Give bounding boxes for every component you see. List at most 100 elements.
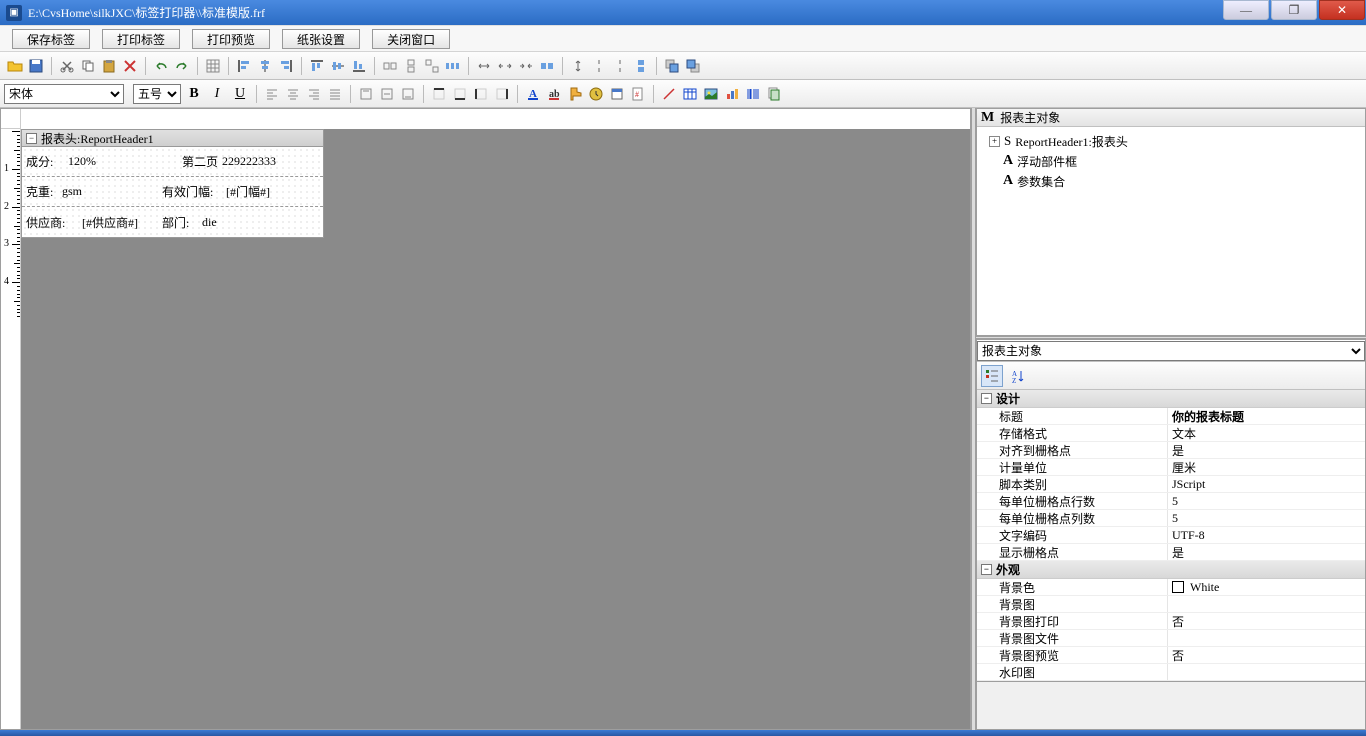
prop-bgpreview-value[interactable]: 否 <box>1167 647 1365 663</box>
prop-bgprint-value[interactable]: 否 <box>1167 613 1365 629</box>
prop-rows-name[interactable]: 每单位栅格点行数 <box>977 493 1167 509</box>
text-align-right-icon[interactable] <box>305 85 323 103</box>
same-height-icon[interactable] <box>402 57 420 75</box>
align-left-icon[interactable] <box>235 57 253 75</box>
prop-watermark-name[interactable]: 水印图 <box>977 664 1167 680</box>
print-preview-button[interactable]: 打印预览 <box>192 29 270 49</box>
bg-color-icon[interactable]: ab <box>545 85 563 103</box>
vspace-inc-icon[interactable] <box>590 57 608 75</box>
close-button[interactable]: 关闭窗口 <box>372 29 450 49</box>
prop-bgcolor-name[interactable]: 背景色 <box>977 579 1167 595</box>
font-family-selector[interactable]: 宋体 <box>4 84 124 104</box>
field-comp-value[interactable]: 120% <box>68 154 96 169</box>
prop-snap-value[interactable]: 是 <box>1167 442 1365 458</box>
prop-rows-value[interactable]: 5 <box>1167 493 1365 509</box>
same-width-icon[interactable] <box>381 57 399 75</box>
field-comp-label[interactable]: 成分: <box>26 153 53 170</box>
hspace-icon[interactable] <box>475 57 493 75</box>
category-toggle-appearance[interactable]: − <box>981 564 992 575</box>
align-grid-icon[interactable] <box>204 57 222 75</box>
border-bottom-icon[interactable] <box>451 85 469 103</box>
prop-cols-value[interactable]: 5 <box>1167 510 1365 526</box>
vspace-icon[interactable] <box>569 57 587 75</box>
prop-storage-value[interactable]: 文本 <box>1167 425 1365 441</box>
prop-snap-name[interactable]: 对齐到栅格点 <box>977 442 1167 458</box>
prop-show-value[interactable]: 是 <box>1167 544 1365 560</box>
delete-icon[interactable] <box>121 57 139 75</box>
prop-bgfile-value[interactable] <box>1167 630 1365 646</box>
prop-bgcolor-value[interactable]: White <box>1167 579 1365 595</box>
hspace-remove-icon[interactable] <box>538 57 556 75</box>
categorized-view-button[interactable] <box>981 365 1003 387</box>
border-left-icon[interactable] <box>472 85 490 103</box>
cut-icon[interactable] <box>58 57 76 75</box>
prop-title-value[interactable]: 你的报表标题 <box>1167 408 1365 424</box>
prop-bgprint-name[interactable]: 背景图打印 <box>977 613 1167 629</box>
prop-bgpreview-name[interactable]: 背景图预览 <box>977 647 1167 663</box>
vertical-ruler[interactable]: 1234 <box>1 129 21 729</box>
prop-title-name[interactable]: 标题 <box>977 408 1167 424</box>
field-weight-label[interactable]: 克重: <box>26 183 53 200</box>
field-supplier-value[interactable]: [#供应商#] <box>82 214 138 231</box>
save-icon[interactable] <box>27 57 45 75</box>
prop-cols-name[interactable]: 每单位栅格点列数 <box>977 510 1167 526</box>
prop-storage-name[interactable]: 存储格式 <box>977 425 1167 441</box>
vspace-dec-icon[interactable] <box>611 57 629 75</box>
field-width-value[interactable]: [#门幅#] <box>226 183 270 200</box>
bold-button[interactable]: B <box>184 84 204 104</box>
italic-button[interactable]: I <box>207 84 227 104</box>
valign-top-icon[interactable] <box>357 85 375 103</box>
open-icon[interactable] <box>6 57 24 75</box>
tree-item-floating-box[interactable]: A 浮动部件框 <box>981 151 1361 171</box>
align-right-icon[interactable] <box>277 57 295 75</box>
page-setup-button[interactable]: 纸张设置 <box>282 29 360 49</box>
prop-show-name[interactable]: 显示栅格点 <box>977 544 1167 560</box>
property-object-selector[interactable]: 报表主对象 <box>977 341 1365 361</box>
tree-item-parameter-set[interactable]: A 参数集合 <box>981 171 1361 191</box>
field-weight-value[interactable]: gsm <box>62 184 82 199</box>
tree-item-report-header[interactable]: + S ReportHeader1:报表头 <box>981 131 1361 151</box>
field-dept-label[interactable]: 部门: <box>162 214 189 231</box>
field-width-label[interactable]: 有效门幅: <box>162 183 213 200</box>
align-vcenter-icon[interactable] <box>329 57 347 75</box>
property-grid[interactable]: −设计 标题你的报表标题 存储格式文本 对齐到栅格点是 计量单位厘米 脚本类别J… <box>977 390 1365 681</box>
border-top-icon[interactable] <box>430 85 448 103</box>
page-number-icon[interactable]: # <box>629 85 647 103</box>
prop-enc-name[interactable]: 文字编码 <box>977 527 1167 543</box>
hspace-equal-icon[interactable] <box>444 57 462 75</box>
category-toggle-design[interactable]: − <box>981 393 992 404</box>
section-collapse-icon[interactable]: − <box>26 133 37 144</box>
barcode-icon[interactable] <box>744 85 762 103</box>
prop-bgimg-name[interactable]: 背景图 <box>977 596 1167 612</box>
save-label-button[interactable]: 保存标签 <box>12 29 90 49</box>
prop-unit-name[interactable]: 计量单位 <box>977 459 1167 475</box>
field-supplier-label[interactable]: 供应商: <box>26 214 65 231</box>
line-icon[interactable] <box>660 85 678 103</box>
chart-icon[interactable] <box>723 85 741 103</box>
underline-button[interactable]: U <box>230 84 250 104</box>
taskbar[interactable] <box>0 730 1366 736</box>
hspace-dec-icon[interactable] <box>517 57 535 75</box>
valign-middle-icon[interactable] <box>378 85 396 103</box>
prop-bgimg-value[interactable] <box>1167 596 1365 612</box>
field-page2-label[interactable]: 第二页 <box>182 153 218 170</box>
align-top-icon[interactable] <box>308 57 326 75</box>
format-painter-icon[interactable] <box>566 85 584 103</box>
image-icon[interactable] <box>702 85 720 103</box>
text-align-left-icon[interactable] <box>263 85 281 103</box>
prop-unit-value[interactable]: 厘米 <box>1167 459 1365 475</box>
section-header-bar[interactable]: − 报表头:ReportHeader1 <box>21 129 324 147</box>
hspace-inc-icon[interactable] <box>496 57 514 75</box>
tree-expand-icon[interactable]: + <box>989 136 1000 147</box>
prop-watermark-value[interactable] <box>1167 664 1365 680</box>
field-page2-value[interactable]: 229222333 <box>222 154 276 169</box>
close-window-button[interactable]: ✕ <box>1319 0 1365 20</box>
undo-icon[interactable] <box>152 57 170 75</box>
send-back-icon[interactable] <box>684 57 702 75</box>
align-hcenter-icon[interactable] <box>256 57 274 75</box>
bring-front-icon[interactable] <box>663 57 681 75</box>
maximize-button[interactable]: ❐ <box>1271 0 1317 20</box>
border-right-icon[interactable] <box>493 85 511 103</box>
valign-bottom-icon[interactable] <box>399 85 417 103</box>
table-component-icon[interactable] <box>681 85 699 103</box>
